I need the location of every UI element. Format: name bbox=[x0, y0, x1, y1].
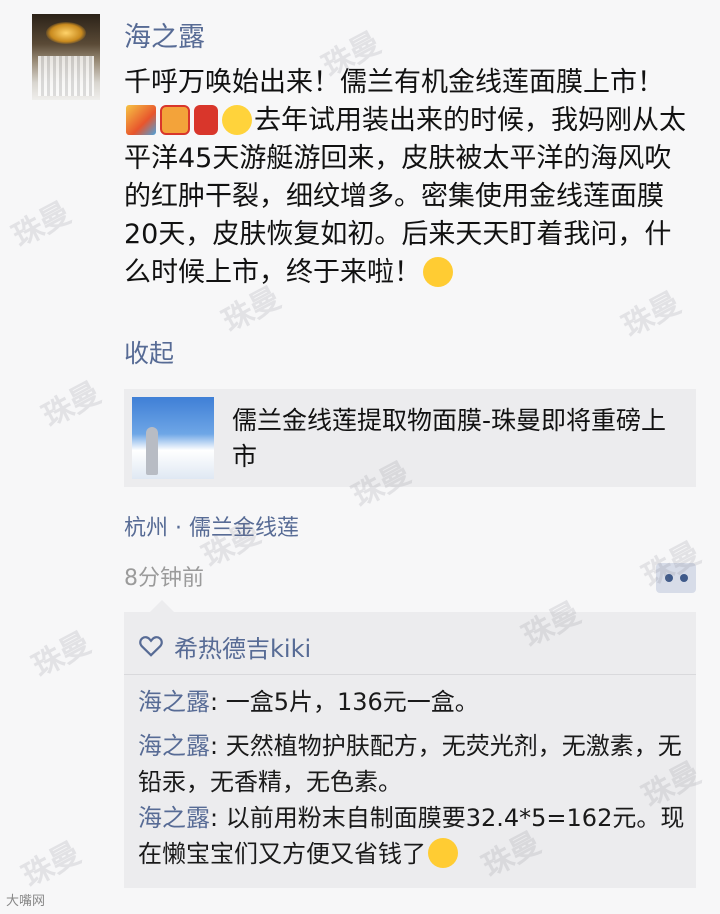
comment-author[interactable]: 海之露 bbox=[138, 804, 210, 832]
comment-author[interactable]: 海之露 bbox=[138, 688, 210, 716]
comment-separator: : bbox=[210, 688, 226, 716]
comment-item[interactable]: 海之露: 一盒5片，136元一盒。 bbox=[138, 684, 688, 720]
likes-row: 希热德吉kiki bbox=[138, 628, 311, 664]
more-dots-icon bbox=[679, 574, 688, 582]
more-dots-icon bbox=[664, 574, 673, 582]
grinning-face-icon bbox=[428, 838, 458, 868]
chick-icon bbox=[222, 105, 252, 135]
comment-text: 一盒5片，136元一盒。 bbox=[225, 688, 479, 716]
location-tag[interactable]: 杭州 · 儒兰金线莲 bbox=[124, 510, 299, 542]
watermark: 珠曼 bbox=[36, 375, 107, 435]
party-popper-icon bbox=[126, 105, 156, 135]
author-avatar[interactable] bbox=[32, 14, 100, 100]
link-title: 儒兰金线莲提取物面膜-珠曼即将重磅上市 bbox=[232, 406, 667, 471]
red-packet-icon bbox=[194, 105, 218, 135]
comment-separator: : bbox=[210, 732, 226, 760]
collapse-link[interactable]: 收起 bbox=[124, 334, 174, 370]
comments-panel: 希热德吉kiki 海之露: 一盒5片，136元一盒。 海之露: 天然植物护肤配方… bbox=[124, 600, 696, 888]
comment-item[interactable]: 海之露: 以前用粉末自制面膜要32.4*5=162元。现在懒宝宝们又方便又省钱了 bbox=[138, 800, 688, 872]
watermark: 珠曼 bbox=[16, 835, 87, 895]
comment-separator: : bbox=[210, 804, 226, 832]
comment-author[interactable]: 海之露 bbox=[138, 732, 210, 760]
liked-by-user[interactable]: 希热德吉kiki bbox=[174, 629, 311, 664]
divider bbox=[124, 674, 696, 675]
more-actions-button[interactable] bbox=[656, 563, 696, 593]
gift-icon bbox=[160, 105, 190, 135]
watermark: 珠曼 bbox=[6, 195, 77, 255]
shared-link-card[interactable]: 儒兰金线莲提取物面膜-珠曼即将重磅上市 bbox=[124, 389, 696, 487]
post-text: 千呼万唤始出来！儒兰有机金线莲面膜上市！去年试用装出来的时候，我妈刚从太平洋45… bbox=[124, 64, 694, 292]
post-text-part-1: 千呼万唤始出来！儒兰有机金线莲面膜上市！ bbox=[124, 67, 664, 98]
post-timestamp: 8分钟前 bbox=[124, 566, 204, 591]
link-thumbnail bbox=[132, 397, 214, 479]
grinning-face-icon bbox=[423, 257, 453, 287]
source-watermark: 大嘴网 bbox=[6, 894, 46, 909]
comment-item[interactable]: 海之露: 天然植物护肤配方，无荧光剂，无激素，无铅汞，无香精，无色素。 bbox=[138, 728, 688, 800]
heart-outline-icon bbox=[139, 636, 163, 657]
watermark: 珠曼 bbox=[26, 625, 97, 685]
author-name[interactable]: 海之露 bbox=[124, 20, 205, 56]
